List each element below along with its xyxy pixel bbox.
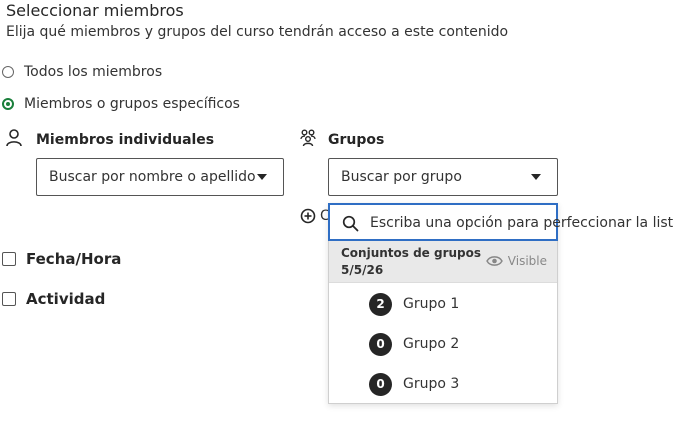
member-count-badge: 2 <box>369 292 392 316</box>
dropdown-item-label: Grupo 3 <box>403 376 460 392</box>
page-title: Seleccionar miembros <box>6 1 184 20</box>
groups-dropdown: Escriba una opción para perfeccionar la … <box>328 203 674 404</box>
add-circle-icon <box>300 208 316 224</box>
member-count-badge: 0 <box>369 332 392 356</box>
checkbox-box[interactable] <box>2 292 16 306</box>
groups-label: Grupos <box>328 132 385 148</box>
radio-specific-members-label: Miembros o grupos específicos <box>24 96 240 112</box>
dropdown-item-grupo-1[interactable]: 2 Grupo 1 <box>369 292 459 316</box>
radio-all-members-label: Todos los miembros <box>24 64 163 80</box>
dropdown-item-grupo-3[interactable]: 0 Grupo 3 <box>369 372 459 396</box>
add-condition-button[interactable]: C <box>300 208 330 224</box>
checkbox-date-time[interactable]: Fecha/Hora <box>2 250 121 268</box>
checkbox-date-time-label: Fecha/Hora <box>26 250 122 268</box>
search-icon <box>342 215 359 232</box>
group-icon <box>300 129 316 147</box>
individual-members-label: Miembros individuales <box>36 132 215 148</box>
group-set-date: 5/5/26 <box>341 263 384 277</box>
dropdown-search-placeholder: Escriba una opción para perfeccionar la … <box>370 215 674 231</box>
caret-down-icon <box>531 174 541 180</box>
radio-unchecked[interactable] <box>2 66 14 78</box>
member-count-badge: 0 <box>369 372 392 396</box>
radio-checked[interactable] <box>2 98 14 110</box>
dropdown-item-grupo-2[interactable]: 0 Grupo 2 <box>369 332 459 356</box>
groups-placeholder: Buscar por grupo <box>341 169 462 185</box>
group-set-header: Conjuntos de grupos 5/5/26 Visible <box>329 241 557 283</box>
checkbox-activity-label: Actividad <box>26 290 106 308</box>
individual-members-select[interactable]: Buscar por nombre o apellido <box>36 158 284 196</box>
individual-members-placeholder: Buscar por nombre o apellido <box>49 169 256 185</box>
dropdown-search-input[interactable]: Escriba una opción para perfeccionar la … <box>328 203 674 241</box>
person-icon <box>6 129 22 147</box>
dropdown-item-label: Grupo 2 <box>403 336 460 352</box>
caret-down-icon <box>257 174 267 180</box>
page-subtitle: Elija qué miembros y grupos del curso te… <box>6 24 509 40</box>
checkbox-activity[interactable]: Actividad <box>2 290 105 308</box>
radio-specific-members[interactable]: Miembros o grupos específicos <box>2 96 240 112</box>
eye-icon <box>485 256 503 266</box>
groups-select[interactable]: Buscar por grupo <box>328 158 558 196</box>
group-set-name: Conjuntos de grupos <box>341 246 482 260</box>
dropdown-item-label: Grupo 1 <box>403 296 460 312</box>
visibility-indicator: Visible <box>485 254 547 268</box>
checkbox-box[interactable] <box>2 252 16 266</box>
radio-all-members[interactable]: Todos los miembros <box>2 64 162 80</box>
visibility-label: Visible <box>507 254 547 268</box>
